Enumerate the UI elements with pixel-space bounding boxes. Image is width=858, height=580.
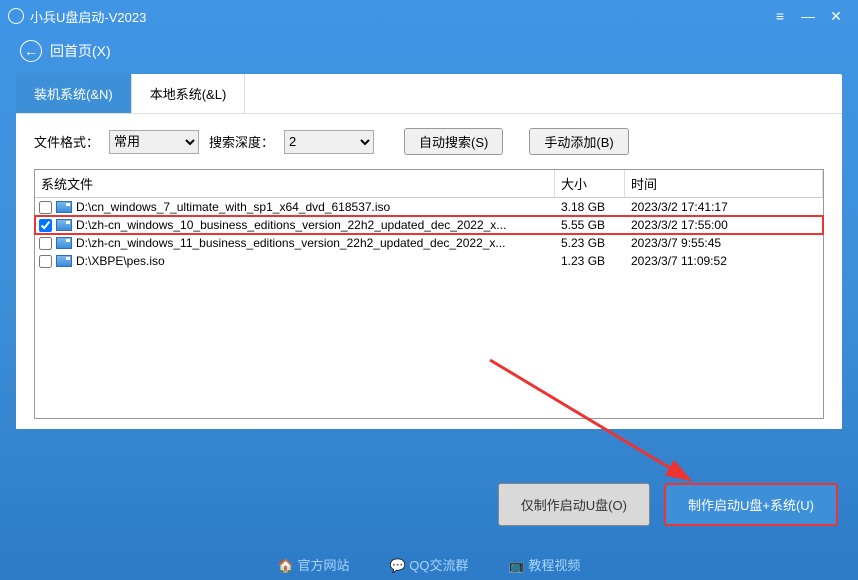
app-title: 小兵U盘启动-V2023 (30, 7, 766, 26)
controls-row: 文件格式： 常用 搜索深度： 2 自动搜索(S) 手动添加(B) (16, 114, 842, 169)
tabs: 装机系统(&N) 本地系统(&L) (16, 74, 842, 114)
row-time: 2023/3/2 17:41:17 (625, 200, 823, 214)
close-button[interactable]: ✕ (822, 8, 850, 25)
th-size[interactable]: 大小 (555, 170, 625, 197)
footer: 🏠 官方网站 💬 QQ交流群 📺 教程视频 (0, 548, 858, 580)
back-label[interactable]: 回首页(X) (50, 41, 111, 61)
table-row[interactable]: D:\zh-cn_windows_10_business_editions_ve… (35, 216, 823, 234)
th-time[interactable]: 时间 (625, 170, 823, 197)
depth-label: 搜索深度： (209, 132, 274, 151)
disk-icon (56, 219, 72, 231)
main-panel: 装机系统(&N) 本地系统(&L) 文件格式： 常用 搜索深度： 2 自动搜索(… (16, 74, 842, 429)
row-checkbox[interactable] (39, 201, 52, 214)
row-size: 1.23 GB (555, 254, 625, 268)
row-path: D:\zh-cn_windows_11_business_editions_ve… (76, 236, 505, 250)
only-usb-button[interactable]: 仅制作启动U盘(O) (498, 483, 650, 526)
row-path: D:\cn_windows_7_ultimate_with_sp1_x64_dv… (76, 200, 390, 214)
depth-select[interactable]: 2 (284, 130, 374, 154)
footer-site[interactable]: 🏠 官方网站 (278, 555, 350, 574)
table-header: 系统文件 大小 时间 (35, 170, 823, 198)
row-time: 2023/3/7 11:09:52 (625, 254, 823, 268)
menu-icon[interactable]: ≡ (766, 8, 794, 24)
file-format-select[interactable]: 常用 (109, 130, 199, 154)
footer-qq[interactable]: 💬 QQ交流群 (389, 555, 468, 574)
row-size: 5.55 GB (555, 218, 625, 232)
row-size: 5.23 GB (555, 236, 625, 250)
file-format-label: 文件格式： (34, 132, 99, 151)
usb-sys-button[interactable]: 制作启动U盘+系统(U) (664, 483, 838, 526)
back-arrow-icon[interactable]: ← (20, 40, 42, 62)
bottom-buttons: 仅制作启动U盘(O) 制作启动U盘+系统(U) (498, 483, 838, 526)
row-checkbox[interactable] (39, 237, 52, 250)
row-time: 2023/3/7 9:55:45 (625, 236, 823, 250)
titlebar: 小兵U盘启动-V2023 ≡ — ✕ (0, 0, 858, 32)
th-name[interactable]: 系统文件 (35, 170, 555, 197)
table-row[interactable]: D:\XBPE\pes.iso 1.23 GB2023/3/7 11:09:52 (35, 252, 823, 270)
app-logo-icon (8, 8, 24, 24)
disk-icon (56, 255, 72, 267)
auto-search-button[interactable]: 自动搜索(S) (404, 128, 503, 155)
row-path: D:\zh-cn_windows_10_business_editions_ve… (76, 218, 506, 232)
table-row[interactable]: D:\cn_windows_7_ultimate_with_sp1_x64_dv… (35, 198, 823, 216)
disk-icon (56, 237, 72, 249)
manual-add-button[interactable]: 手动添加(B) (529, 128, 628, 155)
table-body: D:\cn_windows_7_ultimate_with_sp1_x64_dv… (35, 198, 823, 270)
file-table: 系统文件 大小 时间 D:\cn_windows_7_ultimate_with… (34, 169, 824, 419)
tab-install[interactable]: 装机系统(&N) (16, 74, 132, 113)
tab-local[interactable]: 本地系统(&L) (132, 74, 246, 113)
table-row[interactable]: D:\zh-cn_windows_11_business_editions_ve… (35, 234, 823, 252)
row-path: D:\XBPE\pes.iso (76, 254, 165, 268)
row-checkbox[interactable] (39, 255, 52, 268)
row-checkbox[interactable] (39, 219, 52, 232)
row-time: 2023/3/2 17:55:00 (625, 218, 823, 232)
back-row: ← 回首页(X) (0, 32, 858, 74)
disk-icon (56, 201, 72, 213)
minimize-button[interactable]: — (794, 8, 822, 24)
footer-video[interactable]: 📺 教程视频 (509, 555, 581, 574)
row-size: 3.18 GB (555, 200, 625, 214)
